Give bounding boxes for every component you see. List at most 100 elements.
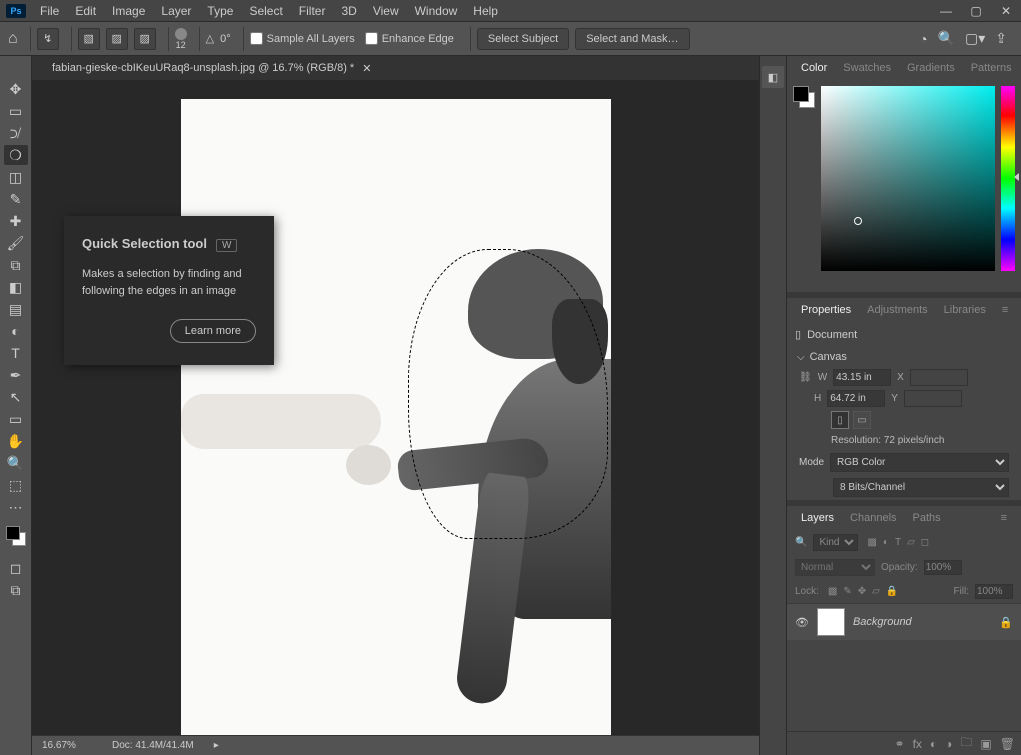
filter-adjust-icon[interactable]: ◐ xyxy=(883,537,889,548)
link-layers-icon[interactable]: ⚭ xyxy=(895,737,905,751)
sample-all-layers-checkbox[interactable]: Sample All Layers xyxy=(250,32,355,45)
tab-libraries[interactable]: Libraries xyxy=(936,299,994,321)
menu-edit[interactable]: Edit xyxy=(67,0,104,22)
menu-view[interactable]: View xyxy=(365,0,407,22)
tab-swatches[interactable]: Swatches xyxy=(835,57,899,79)
crop-tool[interactable]: ◫ xyxy=(4,167,28,187)
tab-color[interactable]: Color xyxy=(793,57,835,79)
menu-layer[interactable]: Layer xyxy=(153,0,199,22)
search-icon[interactable]: 🔍 xyxy=(938,30,955,47)
lock-position-icon[interactable]: ✥ xyxy=(858,586,866,597)
orientation-landscape[interactable]: ▭ xyxy=(853,411,871,429)
link-icon[interactable]: ⛓ xyxy=(799,372,812,383)
menu-image[interactable]: Image xyxy=(104,0,153,22)
eraser-tool[interactable]: ◧ xyxy=(4,277,28,297)
hue-slider[interactable] xyxy=(1001,86,1015,271)
lock-icon[interactable]: 🔒 xyxy=(999,616,1013,629)
menu-file[interactable]: File xyxy=(32,0,67,22)
canvas[interactable] xyxy=(181,99,611,737)
share-icon[interactable]: ⇪ xyxy=(995,30,1007,47)
canvas-section-header[interactable]: Canvas xyxy=(787,347,1021,367)
canvas-viewport[interactable] xyxy=(32,80,759,755)
menu-type[interactable]: Type xyxy=(199,0,241,22)
menu-window[interactable]: Window xyxy=(407,0,466,22)
artboard-tool[interactable]: ⬚ xyxy=(4,475,28,495)
move-tool[interactable]: ✥ xyxy=(4,79,28,99)
new-layer-icon[interactable]: ▣ xyxy=(980,737,991,751)
enhance-edge-checkbox[interactable]: Enhance Edge xyxy=(365,32,454,45)
filter-smart-icon[interactable]: ◻ xyxy=(921,537,929,548)
panel-menu-icon[interactable]: ≡ xyxy=(994,299,1016,321)
type-tool[interactable]: T xyxy=(4,343,28,363)
depth-select[interactable]: 8 Bits/Channel xyxy=(833,478,1009,497)
status-arrow-icon[interactable]: ▸ xyxy=(214,740,219,751)
group-icon[interactable]: 🗀 xyxy=(960,733,972,754)
home-icon[interactable]: ⌂ xyxy=(8,30,18,48)
tab-adjustments[interactable]: Adjustments xyxy=(859,299,936,321)
filter-shape-icon[interactable]: ▱ xyxy=(907,537,915,548)
quickmask-icon[interactable]: ◻ xyxy=(4,558,28,578)
select-and-mask-button[interactable]: Select and Mask… xyxy=(575,28,689,50)
workspace-icon[interactable]: ▢▾ xyxy=(965,30,985,47)
menu-select[interactable]: Select xyxy=(241,0,290,22)
more-tools[interactable]: ⋯ xyxy=(4,497,28,517)
panel-fg-bg[interactable] xyxy=(793,86,815,108)
color-field[interactable] xyxy=(821,86,995,271)
layer-filter[interactable]: Kind xyxy=(813,534,858,551)
tab-patterns[interactable]: Patterns xyxy=(963,57,1020,79)
tab-layers[interactable]: Layers xyxy=(793,507,842,529)
menu-help[interactable]: Help xyxy=(465,0,506,22)
lock-all-icon[interactable]: 🔒 xyxy=(886,586,898,597)
clone-stamp-tool[interactable]: ⧉ xyxy=(4,255,28,275)
document-tab[interactable]: fabian-gieske-cbIKeuURaq8-unsplash.jpg @… xyxy=(44,57,379,80)
minimize-button[interactable]: — xyxy=(931,4,961,18)
tab-gradients[interactable]: Gradients xyxy=(899,57,963,79)
lock-artboard-icon[interactable]: ▱ xyxy=(872,586,880,597)
layer-row[interactable]: 👁 Background 🔒 xyxy=(787,603,1021,640)
pen-tool[interactable]: ✒ xyxy=(4,365,28,385)
lock-brush-icon[interactable]: ✎ xyxy=(843,586,851,597)
zoom-tool[interactable]: 🔍 xyxy=(4,453,28,473)
quick-selection-tool[interactable]: ❍ xyxy=(4,145,28,165)
layer-name[interactable]: Background xyxy=(853,616,991,628)
cloud-icon[interactable]: ◔ xyxy=(919,31,927,47)
subtract-selection[interactable]: ▨ xyxy=(134,28,156,50)
mask-icon[interactable]: ◐ xyxy=(930,737,937,751)
dodge-tool[interactable]: ◐ xyxy=(4,321,28,341)
lock-pixels-icon[interactable]: ▩ xyxy=(828,586,837,597)
screenmode-icon[interactable]: ⧉ xyxy=(4,580,28,600)
marquee-tool[interactable]: ▭ xyxy=(4,101,28,121)
healing-brush-tool[interactable]: ✚ xyxy=(4,211,28,231)
shape-tool[interactable]: ▭ xyxy=(4,409,28,429)
width-field[interactable] xyxy=(833,369,891,386)
angle-value[interactable]: 0° xyxy=(220,33,231,45)
tab-paths[interactable]: Paths xyxy=(905,507,949,529)
tool-preset[interactable]: ↯ xyxy=(37,28,59,50)
adjustment-icon[interactable]: ◑ xyxy=(945,737,952,751)
new-selection[interactable]: ▧ xyxy=(78,28,100,50)
dock-icon[interactable]: ◧ xyxy=(762,66,784,88)
lasso-tool[interactable]: ⟉ xyxy=(4,123,28,143)
learn-more-button[interactable]: Learn more xyxy=(170,319,256,343)
menu-filter[interactable]: Filter xyxy=(291,0,334,22)
filter-type-icon[interactable]: T xyxy=(895,537,901,548)
tab-channels[interactable]: Channels xyxy=(842,507,904,529)
orientation-portrait[interactable]: ▯ xyxy=(831,411,849,429)
gradient-tool[interactable]: ▤ xyxy=(4,299,28,319)
fx-icon[interactable]: fx xyxy=(913,737,922,751)
delete-icon[interactable]: 🗑 xyxy=(1000,737,1015,751)
close-button[interactable]: ✕ xyxy=(991,4,1021,18)
panel-menu-icon[interactable]: ≡ xyxy=(993,507,1015,529)
height-field[interactable] xyxy=(827,390,885,407)
maximize-button[interactable]: ▢ xyxy=(961,4,991,18)
tab-properties[interactable]: Properties xyxy=(793,299,859,321)
filter-pixel-icon[interactable]: ▩ xyxy=(867,537,876,548)
brush-tool[interactable]: 🖌 xyxy=(4,233,28,253)
close-tab-icon[interactable]: ✕ xyxy=(362,62,371,75)
eyedropper-tool[interactable]: ✎ xyxy=(4,189,28,209)
mode-select[interactable]: RGB Color xyxy=(830,453,1009,472)
menu-3d[interactable]: 3D xyxy=(333,0,364,22)
search-icon[interactable]: 🔍 xyxy=(795,537,807,548)
layer-thumbnail[interactable] xyxy=(817,608,845,636)
fg-bg-swatches[interactable] xyxy=(6,526,26,546)
